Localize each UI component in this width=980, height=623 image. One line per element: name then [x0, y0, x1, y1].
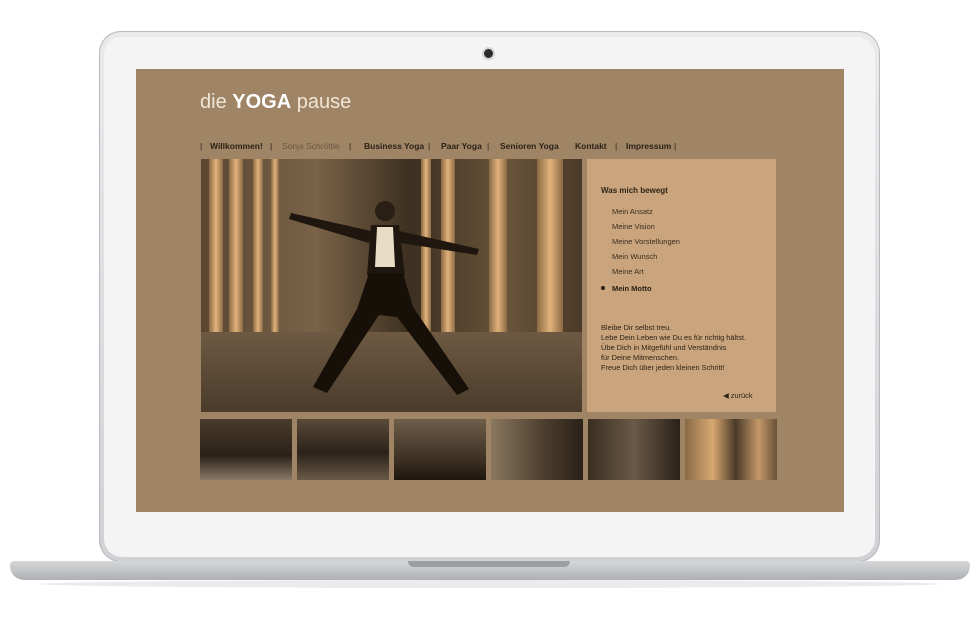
submenu-item-meine-vision[interactable]: Meine Vision: [612, 222, 655, 231]
motto-line: Übe Dich in Mitgefühl und Verständnis: [601, 343, 727, 352]
nav-separator: |: [615, 141, 618, 151]
nav-item-impressum[interactable]: Impressum: [626, 141, 671, 151]
submenu-item-meine-art[interactable]: Meine Art: [612, 267, 644, 276]
photo-pillar: [537, 159, 563, 352]
hero-photo: [201, 159, 582, 412]
nav-separator: |: [200, 141, 203, 151]
motto-line: Bleibe Dir selbst treu.: [601, 323, 672, 332]
website-screen: die YOGA pause | Willkommen! | Sonja Sch…: [136, 69, 844, 512]
thumbnail-strip: [200, 419, 777, 480]
nav-separator: |: [428, 141, 431, 151]
photo-pillar: [229, 159, 243, 352]
motto-line: Lebe Dein Leben wie Du es für richtig hä…: [601, 333, 747, 342]
motto-line: für Deine Mitmenschen.: [601, 353, 680, 362]
thumbnail-4[interactable]: [491, 419, 583, 480]
back-link-label: zurück: [730, 391, 753, 400]
motto-text: Bleibe Dir selbst treu. Lebe Dein Leben …: [601, 323, 746, 373]
webcam-icon: [484, 49, 493, 58]
nav-item-kontakt[interactable]: Kontakt: [575, 141, 607, 151]
logo-prefix: die: [200, 91, 227, 113]
submenu-item-meine-vorstellungen[interactable]: Meine Vorstellungen: [612, 237, 680, 246]
triangle-left-icon: ◀: [723, 391, 729, 400]
nav-item-senioren-yoga[interactable]: Senioren Yoga: [500, 141, 559, 151]
back-link[interactable]: ◀ zurück: [723, 391, 753, 400]
thumbnail-6[interactable]: [685, 419, 777, 480]
thumbnail-2[interactable]: [297, 419, 389, 480]
nav-item-paar-yoga[interactable]: Paar Yoga: [441, 141, 482, 151]
active-bullet-icon: [601, 286, 605, 290]
submenu-item-mein-wunsch[interactable]: Mein Wunsch: [612, 252, 657, 261]
logo-brand: YOGA: [232, 91, 292, 113]
submenu-item-label: Mein Motto: [612, 284, 652, 293]
nav-separator: |: [270, 141, 273, 151]
nav-item-willkommen[interactable]: Willkommen!: [210, 141, 263, 151]
laptop-shadow: [40, 580, 940, 588]
laptop-base-notch: [408, 561, 570, 567]
submenu-item-mein-motto[interactable]: Mein Motto: [601, 284, 652, 293]
panel-title: Was mich bewegt: [601, 186, 668, 195]
submenu-item-mein-ansatz[interactable]: Mein Ansatz: [612, 207, 653, 216]
photo-pillar: [209, 159, 223, 352]
nav-separator: |: [487, 141, 490, 151]
photo-pillar: [271, 159, 279, 352]
nav-separator: |: [349, 141, 352, 151]
thumbnail-3[interactable]: [394, 419, 486, 480]
nav-item-sonja-schroettle[interactable]: Sonja Schröttle: [282, 141, 340, 151]
logo-suffix: pause: [296, 91, 352, 113]
yoga-pose-figure: [289, 201, 479, 395]
thumbnail-5[interactable]: [588, 419, 680, 480]
photo-pillar: [253, 159, 263, 352]
motto-line: Freue Dich über jeden kleinen Schritt!: [601, 363, 725, 372]
photo-pillar: [489, 159, 507, 352]
nav-separator: |: [674, 141, 677, 151]
thumbnail-1[interactable]: [200, 419, 292, 480]
nav-item-business-yoga[interactable]: Business Yoga: [364, 141, 424, 151]
content-panel: Was mich bewegt Mein Ansatz Meine Vision…: [587, 159, 776, 412]
site-logo[interactable]: die YOGA pause: [200, 91, 351, 114]
